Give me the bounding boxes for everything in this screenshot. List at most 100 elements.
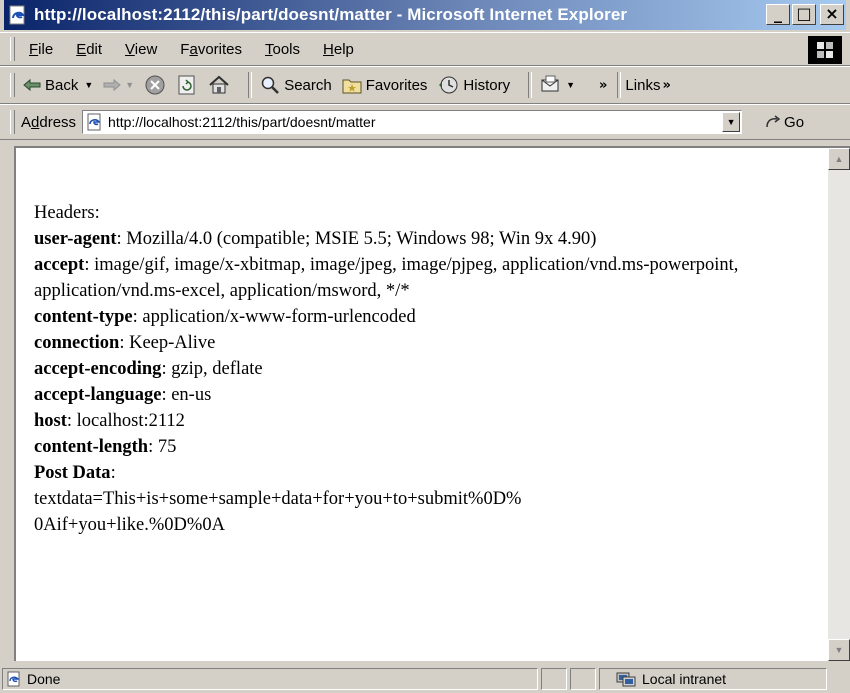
minimize-button[interactable]: _ (766, 4, 790, 25)
status-bar: Done Local intranet (0, 664, 850, 693)
maximize-button[interactable]: □ (792, 4, 816, 25)
history-label: History (463, 76, 511, 94)
back-button[interactable]: Back ▼ (23, 77, 93, 94)
stop-icon (145, 75, 165, 95)
forward-dropdown-icon[interactable]: ▼ (125, 80, 134, 90)
browser-window: http://localhost:2112/this/part/doesnt/m… (0, 0, 850, 693)
stop-button[interactable] (144, 74, 166, 96)
menubar-grip[interactable] (10, 37, 15, 61)
menu-file[interactable]: File (29, 41, 53, 58)
toolbar-separator (248, 72, 253, 98)
header-name: content-length (34, 437, 149, 457)
header-value: : Mozilla/4.0 (compatible; MSIE 5.5; Win… (116, 229, 597, 249)
headers-heading: Headers: (34, 203, 100, 223)
go-button[interactable]: Go (764, 114, 804, 131)
post-data-label: Post Data (34, 463, 111, 483)
search-button[interactable]: Search (260, 75, 332, 95)
scroll-down-button[interactable]: ▼ (828, 639, 850, 661)
mail-icon (541, 75, 559, 92)
forward-button[interactable]: ▼ (103, 78, 134, 92)
address-input[interactable] (104, 114, 713, 130)
menu-favorites-accel: a (189, 40, 198, 58)
favorites-button[interactable]: Favorites (342, 76, 427, 94)
header-line: content-length: 75 (34, 434, 814, 460)
header-name: host (34, 411, 67, 431)
menu-file-accel: F (29, 40, 39, 58)
menu-help-rest: elp (333, 40, 354, 58)
toolbar-separator-2 (528, 72, 533, 98)
mail-button[interactable]: ▼ (540, 75, 575, 95)
status-main-pane: Done (2, 667, 538, 690)
toolbar-grip[interactable] (10, 73, 15, 97)
forward-arrow-icon (103, 78, 122, 92)
go-label: Go (784, 113, 805, 131)
windows-logo-throbber (808, 36, 842, 64)
caption-buttons: _ □ × (766, 4, 844, 25)
header-name: user-agent (34, 229, 117, 249)
back-arrow-icon (23, 78, 41, 92)
intranet-zone-icon (616, 672, 636, 686)
menu-edit[interactable]: Edit (76, 41, 102, 58)
close-button[interactable]: × (820, 4, 844, 25)
status-pane-progress (541, 667, 567, 690)
toolbar-overflow-chevron[interactable]: » (599, 78, 607, 93)
address-label: Address (21, 114, 76, 131)
page-icon (87, 113, 101, 131)
links-button[interactable]: Links » (625, 77, 670, 94)
menu-file-rest: ile (38, 40, 54, 58)
menu-favorites[interactable]: Favorites (180, 41, 242, 58)
address-field[interactable]: ▼ (82, 110, 743, 134)
search-label: Search (284, 76, 332, 94)
header-value: : gzip, deflate (161, 359, 263, 379)
refresh-icon (178, 75, 195, 95)
post-data-line: textdata=This+is+some+sample+data+for+yo… (34, 489, 522, 509)
menu-view-rest: iew (134, 40, 158, 58)
header-line: content-type: application/x-www-form-url… (34, 304, 814, 330)
address-dropdown-button[interactable]: ▼ (722, 112, 741, 132)
header-line: accept-encoding: gzip, deflate (34, 356, 814, 382)
refresh-button[interactable] (176, 74, 198, 96)
address-label-a: A (21, 113, 32, 131)
header-name: accept-encoding (34, 359, 162, 379)
back-dropdown-icon[interactable]: ▼ (84, 80, 93, 90)
address-label-rest: dress (39, 113, 77, 131)
menu-tools-accel: T (265, 40, 273, 58)
addressbar-grip[interactable] (10, 110, 15, 134)
menu-favorites-rest: vorites (197, 40, 242, 58)
header-value: : localhost:2112 (66, 411, 185, 431)
links-chevron-icon: » (662, 77, 671, 93)
links-label: Links (625, 76, 661, 94)
favorites-folder-icon (342, 76, 362, 94)
page-body: Headers: user-agent: Mozilla/4.0 (compat… (34, 200, 814, 538)
menu-tools[interactable]: Tools (265, 41, 300, 58)
toolbar-separator-3 (617, 72, 622, 98)
status-text: Done (27, 670, 61, 687)
status-zone-pane[interactable]: Local intranet (599, 667, 827, 690)
header-value: : image/gif, image/x-xbitmap, image/jpeg… (34, 255, 739, 301)
zone-label: Local intranet (642, 670, 727, 687)
mail-dropdown-icon[interactable]: ▼ (566, 80, 575, 90)
header-name: accept (34, 255, 85, 275)
back-label: Back (45, 76, 79, 94)
scroll-up-button[interactable]: ▲ (828, 148, 850, 170)
go-arrow-icon (766, 115, 781, 128)
header-line: accept: image/gif, image/x-xbitmap, imag… (34, 252, 814, 304)
menu-edit-rest: dit (86, 40, 103, 58)
menu-help-accel: H (323, 40, 334, 58)
status-pane-security (570, 667, 596, 690)
menu-view[interactable]: View (125, 41, 157, 58)
windows-logo-icon (817, 42, 833, 58)
standard-toolbar: Back ▼ ▼ Search Favorites History ▼ » Li… (0, 66, 850, 104)
page-content[interactable]: Headers: user-agent: Mozilla/4.0 (compat… (14, 146, 850, 661)
history-button[interactable]: History (437, 75, 510, 95)
post-data-colon: : (110, 463, 116, 483)
menu-tools-rest: ools (272, 40, 301, 58)
menu-help[interactable]: Help (323, 41, 354, 58)
window-title: http://localhost:2112/this/part/doesnt/m… (34, 5, 628, 24)
header-value: : application/x-www-form-urlencoded (132, 307, 416, 327)
title-bar[interactable]: http://localhost:2112/this/part/doesnt/m… (4, 0, 846, 30)
header-value: : 75 (148, 437, 177, 457)
ie-page-icon (9, 5, 26, 25)
vertical-scrollbar[interactable]: ▲ ▼ (828, 148, 850, 661)
home-button[interactable] (208, 74, 230, 96)
